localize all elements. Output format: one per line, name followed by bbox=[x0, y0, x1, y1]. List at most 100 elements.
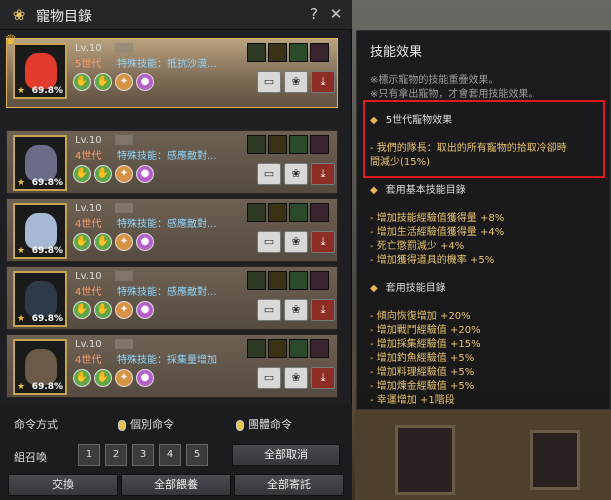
pet-card[interactable]: ★ 69.8% Lv.10 4世代 特殊技能：感應敵對... ✋ ✋ ✦ ● ▭… bbox=[6, 266, 338, 330]
group-command-label: 團體命令 bbox=[248, 418, 292, 431]
feed-button[interactable]: ▭ bbox=[257, 367, 281, 389]
feed-button[interactable]: ▭ bbox=[257, 71, 281, 93]
paw-icon: ❀ bbox=[12, 6, 26, 24]
skill-effect-panel: 技能效果 ※標示寵物的技能重疊效果。 ※只有拿出寵物，才會套用技能效果。 ◆ 5世… bbox=[356, 30, 611, 410]
basic-title: 套用基本技能目錄 bbox=[385, 185, 466, 196]
pet-special-skill: 特殊技能：感應敵對... bbox=[117, 287, 217, 298]
deposit-button[interactable]: ⤓ bbox=[311, 71, 335, 93]
feed-button[interactable]: ▭ bbox=[257, 231, 281, 253]
pet-special-skill: 特殊技能：感應敵對... bbox=[117, 151, 217, 162]
basic-skill-item: - 增加技能經驗值獲得量 +8% bbox=[370, 213, 505, 224]
deposit-button[interactable]: ⤓ bbox=[311, 231, 335, 253]
skill-icon bbox=[268, 203, 287, 222]
skill-icon bbox=[247, 203, 266, 222]
skill-icon bbox=[268, 271, 287, 290]
paw-command-button[interactable]: ❀ bbox=[284, 367, 308, 389]
deposit-button[interactable]: ⤓ bbox=[311, 299, 335, 321]
group-command-option[interactable]: 團體命令 bbox=[236, 416, 292, 432]
pet-card[interactable]: ♛ ★ 69.8% Lv.10 5世代 特殊技能：抵抗沙漠... ✋ ✋ ✦ ●… bbox=[5, 33, 338, 108]
skill-icon bbox=[310, 43, 329, 62]
trait-icon: ✋ bbox=[73, 165, 91, 183]
title-bar[interactable]: ❀ 寵物目錄 ? ✕ bbox=[0, 0, 352, 30]
pet-figure bbox=[25, 145, 57, 181]
paw-command-button[interactable]: ❀ bbox=[284, 231, 308, 253]
pet-special-skill: 特殊技能：抵抗沙漠... bbox=[117, 59, 217, 70]
pet-generation: 4世代 bbox=[75, 219, 102, 230]
paw-command-button[interactable]: ❀ bbox=[284, 299, 308, 321]
compass-icon: ✦ bbox=[115, 73, 133, 91]
basic-skill-item: - 增加獲得道具的機率 +5% bbox=[370, 255, 495, 266]
star-icon: ★ bbox=[17, 178, 26, 188]
pet-action-buttons: ▭ ❀ ⤓ bbox=[257, 299, 335, 321]
skill-icon bbox=[310, 135, 329, 154]
pet-portrait[interactable]: ★ 69.8% bbox=[13, 339, 67, 395]
pet-portrait[interactable]: ★ 69.8% bbox=[13, 43, 67, 99]
summon-slot-2[interactable]: 2 bbox=[105, 444, 127, 466]
summon-slot-1[interactable]: 1 bbox=[78, 444, 100, 466]
summon-slot-4[interactable]: 4 bbox=[159, 444, 181, 466]
paw-command-button[interactable]: ❀ bbox=[284, 163, 308, 185]
skill-item: - 增加採集經驗值 +15% bbox=[370, 339, 481, 350]
pet-skill-icons bbox=[247, 271, 329, 290]
summon-slot-5[interactable]: 5 bbox=[186, 444, 208, 466]
pet-generation: 4世代 bbox=[75, 355, 102, 366]
pet-percent: 69.8% bbox=[31, 382, 63, 392]
skill-icon bbox=[247, 43, 266, 62]
paw-command-button[interactable]: ❀ bbox=[284, 71, 308, 93]
pet-skill-icons bbox=[247, 339, 329, 358]
pet-action-buttons: ▭ ❀ ⤓ bbox=[257, 71, 335, 93]
pet-level: Lv.10 bbox=[75, 203, 102, 214]
mouse-icon bbox=[236, 419, 244, 431]
pet-figure bbox=[25, 281, 57, 317]
feed-all-button[interactable]: 全部餵養 bbox=[121, 474, 231, 496]
trait-icon: ✋ bbox=[94, 165, 112, 183]
pet-trait-icons: ✋ ✋ ✦ ● bbox=[73, 73, 154, 91]
bag-icon: ● bbox=[136, 369, 154, 387]
skill-icon bbox=[289, 271, 308, 290]
command-mode-label: 命令方式 bbox=[14, 418, 58, 431]
trait-icon: ✋ bbox=[94, 233, 112, 251]
feed-button[interactable]: ▭ bbox=[257, 163, 281, 185]
skill-icon bbox=[289, 339, 308, 358]
pet-special-skill: 特殊技能：採集量增加 bbox=[117, 355, 217, 366]
pet-card[interactable]: ★ 69.8% Lv.10 4世代 特殊技能：感應敵對... ✋ ✋ ✦ ● ▭… bbox=[6, 198, 338, 262]
skill-icon bbox=[268, 135, 287, 154]
skill-icon bbox=[268, 339, 287, 358]
deposit-button[interactable]: ⤓ bbox=[311, 367, 335, 389]
close-button[interactable]: ✕ bbox=[327, 5, 345, 23]
building-window bbox=[530, 430, 580, 490]
pet-generation: 4世代 bbox=[75, 287, 102, 298]
skill-item: - 增加料理經驗值 +5% bbox=[370, 367, 475, 378]
trait-icon: ✋ bbox=[73, 301, 91, 319]
deposit-button[interactable]: ⤓ bbox=[311, 163, 335, 185]
feed-button[interactable]: ▭ bbox=[257, 299, 281, 321]
exchange-button[interactable]: 交換 bbox=[8, 474, 118, 496]
compass-icon: ✦ bbox=[115, 301, 133, 319]
trait-icon: ✋ bbox=[73, 73, 91, 91]
summon-slot-3[interactable]: 3 bbox=[132, 444, 154, 466]
pet-portrait[interactable]: ★ 69.8% bbox=[13, 203, 67, 259]
pet-figure bbox=[25, 53, 57, 89]
pet-name-blur bbox=[115, 43, 133, 53]
cancel-all-button[interactable]: 全部取消 bbox=[232, 444, 340, 466]
diamond-icon: ◆ bbox=[370, 283, 378, 294]
individual-command-option[interactable]: 個別命令 bbox=[118, 416, 174, 432]
pet-card[interactable]: ★ 69.8% Lv.10 4世代 特殊技能：感應敵對... ✋ ✋ ✦ ● ▭… bbox=[6, 130, 338, 194]
pet-level: Lv.10 bbox=[75, 339, 102, 350]
pet-skill-icons bbox=[247, 135, 329, 154]
pet-trait-icons: ✋ ✋ ✦ ● bbox=[73, 369, 154, 387]
trait-icon: ✋ bbox=[94, 73, 112, 91]
skill-item: - 增加煉金經驗值 +5% bbox=[370, 381, 475, 392]
skill-icon bbox=[310, 339, 329, 358]
pet-name-blur bbox=[115, 339, 133, 349]
pet-card[interactable]: ★ 69.8% Lv.10 4世代 特殊技能：採集量增加 ✋ ✋ ✦ ● ▭ ❀… bbox=[6, 334, 338, 398]
star-icon: ★ bbox=[17, 314, 26, 324]
help-button[interactable]: ? bbox=[305, 5, 323, 23]
skill-icon bbox=[247, 339, 266, 358]
deposit-all-button[interactable]: 全部寄託 bbox=[234, 474, 344, 496]
skill-icon bbox=[268, 43, 287, 62]
pet-portrait[interactable]: ★ 69.8% bbox=[13, 135, 67, 191]
pet-level: Lv.10 bbox=[75, 271, 102, 282]
diamond-icon: ◆ bbox=[370, 185, 378, 196]
pet-portrait[interactable]: ★ 69.8% bbox=[13, 271, 67, 327]
